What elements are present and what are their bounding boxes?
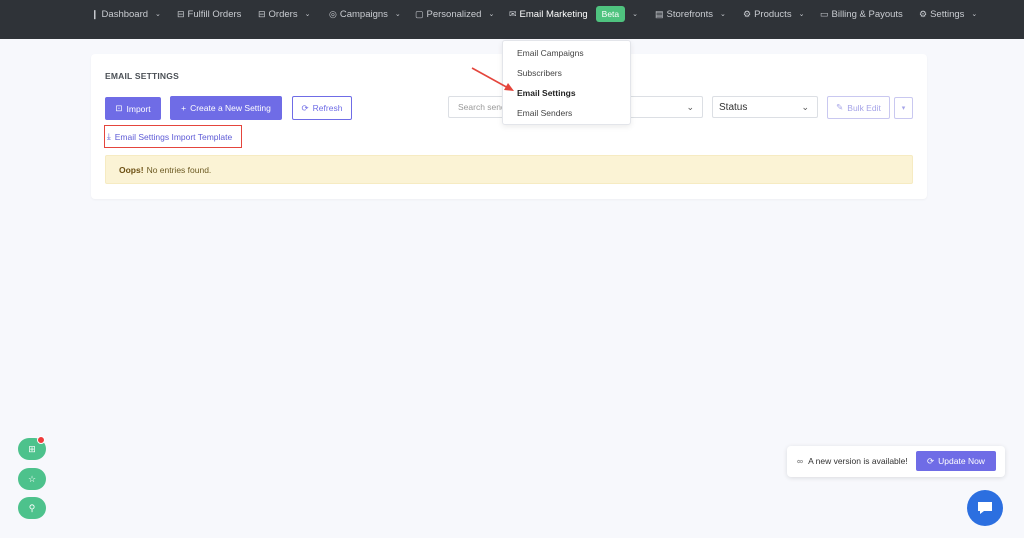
annotation-arrow-icon <box>471 67 514 91</box>
grid-icon: ⊞ <box>28 443 36 454</box>
nav-dashboard[interactable]: ❙ Dashboard ⌄ <box>91 0 161 28</box>
nav-label: Billing & Payouts <box>831 8 903 20</box>
alert-strong: Oops! <box>119 164 144 175</box>
chevron-down-icon: ⌄ <box>394 11 401 18</box>
nav-label: Fulfill Orders <box>187 8 242 20</box>
status-label: Status <box>719 101 748 113</box>
chevron-down-icon: ⌄ <box>719 11 726 18</box>
chevron-down-icon: ⌄ <box>304 11 311 18</box>
nav-label: Dashboard <box>101 8 149 20</box>
dropdown-item-email-campaigns[interactable]: Email Campaigns <box>517 48 584 58</box>
nav-personalized[interactable]: ▢ Personalized ⌄ <box>415 0 494 28</box>
dropdown-item-email-settings[interactable]: Email Settings <box>517 88 576 98</box>
nav-label: Products <box>754 8 792 20</box>
toast-message-text: A new version is available! <box>808 456 908 466</box>
nav-label: Settings <box>930 8 965 20</box>
trophy-icon: ⚲ <box>28 502 36 513</box>
card-icon: ▭ <box>820 8 829 19</box>
nav-products[interactable]: ⚙ Products ⌄ <box>743 0 804 28</box>
refresh-icon: ⟳ <box>301 102 309 113</box>
nav-label: Personalized <box>426 8 482 20</box>
target-icon: ◎ <box>329 8 337 19</box>
chevron-down-icon: ⌄ <box>801 101 809 112</box>
alert-text: No entries found. <box>146 164 212 175</box>
trophy-fab[interactable]: ⚲ <box>18 497 46 519</box>
nav-billing-payouts[interactable]: ▭ Billing & Payouts <box>820 0 903 28</box>
create-label: Create a New Setting <box>190 103 271 113</box>
nav-fulfill-orders[interactable]: ⊟ Fulfill Orders <box>177 0 241 28</box>
beta-badge: Beta <box>595 6 626 22</box>
refresh-icon: ⟳ <box>927 455 935 466</box>
star-icon: ☆ <box>27 473 37 484</box>
top-navigation: ❙ Dashboard ⌄ ⊟ Fulfill Orders ⊟ Orders … <box>0 0 1024 39</box>
refresh-button[interactable]: ⟳ Refresh <box>292 96 352 120</box>
status-select[interactable]: Status ⌄ <box>712 96 818 118</box>
dropdown-item-email-senders[interactable]: Email Senders <box>517 108 572 118</box>
chevron-down-icon: ⌄ <box>971 11 978 18</box>
template-link-label: Email Settings Import Template <box>114 131 233 142</box>
search-placeholder: Search send <box>458 102 506 112</box>
chevron-down-icon: ⌄ <box>488 11 495 18</box>
update-now-label: Update Now <box>938 456 985 466</box>
nav-label: Email Marketing <box>519 8 588 20</box>
update-now-button[interactable]: ⟳ Update Now <box>916 451 996 471</box>
cart-icon: ⊟ <box>177 8 185 19</box>
bulk-edit-label: Bulk Edit <box>847 102 881 113</box>
chart-icon: ❙ <box>91 8 99 19</box>
page-title: EMAIL SETTINGS <box>105 71 179 81</box>
nav-label: Campaigns <box>339 8 388 20</box>
nav-storefronts[interactable]: ▤ Storefronts ⌄ <box>655 0 726 28</box>
chevron-down-icon: ⌄ <box>798 11 805 18</box>
edit-icon: ✎ <box>836 102 844 112</box>
import-icon: ⊡ <box>115 103 123 113</box>
toast-message: ∞ A new version is available! <box>797 456 908 466</box>
store-icon: ▤ <box>655 8 664 19</box>
empty-alert: Oops! No entries found. <box>105 155 913 184</box>
mail-icon: ✉ <box>509 8 517 19</box>
nav-campaigns[interactable]: ◎ Campaigns ⌄ <box>329 0 401 28</box>
plus-icon: + <box>181 103 187 113</box>
import-button[interactable]: ⊡ Import <box>105 97 161 120</box>
notification-dot <box>37 436 45 444</box>
nav-email-marketing[interactable]: ✉ Email Marketing Beta ⌄ <box>509 0 638 28</box>
update-toast: ∞ A new version is available! ⟳ Update N… <box>787 446 1005 477</box>
link-icon: ∞ <box>797 456 804 466</box>
import-template-link[interactable]: ⤓ Email Settings Import Template <box>104 125 242 148</box>
chevron-down-icon: ⌄ <box>632 11 639 18</box>
refresh-label: Refresh <box>312 103 343 113</box>
nav-orders[interactable]: ⊟ Orders ⌄ <box>258 0 310 28</box>
download-icon: ⤓ <box>107 131 111 141</box>
personalized-icon: ▢ <box>415 8 424 19</box>
cart-icon: ⊟ <box>258 8 266 19</box>
create-setting-button[interactable]: + Create a New Setting <box>170 96 282 120</box>
chevron-down-icon: ⌄ <box>686 101 694 112</box>
bulk-edit-button[interactable]: ✎ Bulk Edit <box>827 96 890 119</box>
chevron-down-icon: ▾ <box>901 105 906 112</box>
more-options-button[interactable]: ▾ <box>894 97 913 119</box>
nav-settings[interactable]: ⚙ Settings ⌄ <box>919 0 977 28</box>
email-marketing-dropdown: Email Campaigns Subscribers Email Settin… <box>502 40 631 125</box>
chevron-down-icon: ⌄ <box>155 11 161 18</box>
products-icon: ⚙ <box>743 8 752 19</box>
dropdown-item-subscribers[interactable]: Subscribers <box>517 68 562 78</box>
gear-icon: ⚙ <box>919 8 928 19</box>
nav-label: Storefronts <box>666 8 713 20</box>
nav-label: Orders <box>268 8 298 20</box>
chat-button[interactable] <box>967 490 1003 526</box>
chat-icon <box>978 502 992 514</box>
import-label: Import <box>126 103 151 114</box>
star-fab[interactable]: ☆ <box>18 468 46 490</box>
